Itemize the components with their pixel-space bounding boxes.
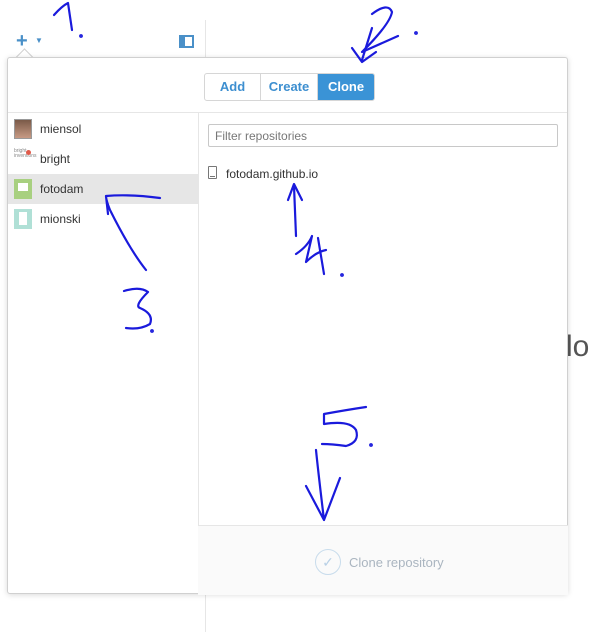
sidebar-toggle-icon[interactable]: [179, 35, 194, 48]
account-item-miensol[interactable]: miensol: [8, 114, 198, 144]
avatar: [14, 119, 32, 139]
account-item-mionski[interactable]: mionski: [8, 204, 198, 234]
account-name: miensol: [40, 122, 82, 136]
clone-repository-button[interactable]: ✓ Clone repository: [315, 547, 444, 577]
avatar: [14, 209, 32, 229]
plus-icon: +: [16, 30, 28, 52]
account-item-fotodam[interactable]: fotodam: [8, 174, 198, 204]
account-name: bright: [40, 152, 71, 166]
accounts-sidebar: miensol bright inventions bright fotodam…: [8, 113, 199, 593]
logo-dot: [26, 150, 31, 155]
tab-add[interactable]: Add: [205, 74, 261, 100]
account-name: mionski: [40, 212, 81, 226]
avatar: [14, 179, 32, 199]
popover-footer: ✓ Clone repository: [198, 525, 568, 595]
add-menu-button[interactable]: + ▼: [16, 30, 44, 52]
repository-name: fotodam.github.io: [226, 167, 319, 181]
caret-down-icon: ▼: [35, 36, 43, 45]
repository-icon: [208, 166, 217, 179]
avatar: bright inventions: [14, 149, 37, 169]
annotation-2-dot: [414, 31, 418, 35]
checkmark-icon: ✓: [315, 549, 341, 575]
annotation-1: [52, 1, 74, 32]
annotation-1-dot: [79, 34, 83, 38]
annotation-2: [360, 6, 400, 54]
add-repository-popover: Add Create Clone miensol bright inventio…: [7, 57, 568, 595]
tab-create[interactable]: Create: [261, 74, 318, 100]
clone-repository-label: Clone repository: [349, 554, 444, 570]
tab-clone[interactable]: Clone: [318, 74, 374, 100]
repository-item[interactable]: fotodam.github.io: [206, 164, 506, 184]
filter-repositories-input[interactable]: [208, 124, 558, 147]
mode-segmented-control: Add Create Clone: [204, 73, 375, 101]
account-name: fotodam: [40, 182, 84, 196]
account-item-bright[interactable]: bright inventions bright: [8, 144, 198, 174]
background-text: lo: [566, 330, 590, 363]
